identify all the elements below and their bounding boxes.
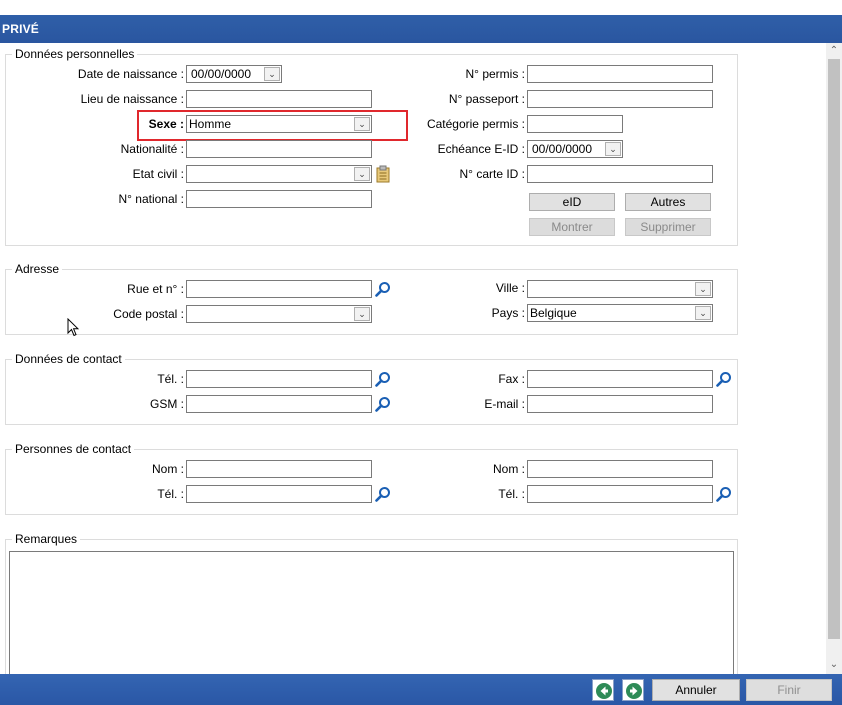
group-address: Adresse — [5, 263, 738, 335]
id-card-label: N° carte ID : — [459, 167, 525, 181]
next-button[interactable] — [622, 679, 644, 701]
eid-button[interactable]: eID — [529, 193, 615, 211]
group-contact-data: Données de contact — [5, 353, 738, 425]
clipboard-icon[interactable] — [376, 165, 390, 183]
eid-expiry-label: Echéance E-ID : — [437, 142, 525, 156]
footer-bar: Annuler Finir — [0, 674, 842, 705]
fax-input[interactable] — [527, 370, 713, 388]
contact2-name-label: Nom : — [492, 462, 525, 476]
show-button[interactable]: Montrer — [529, 218, 615, 236]
chevron-down-icon[interactable]: ⌄ — [264, 67, 280, 81]
nationality-input[interactable] — [186, 140, 372, 158]
previous-button[interactable] — [592, 679, 614, 701]
magnifier-icon[interactable] — [375, 396, 391, 412]
birthdate-value: 00/00/0000 — [190, 67, 252, 81]
contact1-tel-label: Tél. : — [157, 487, 184, 501]
section-title-bar: PRIVÉ — [0, 15, 842, 43]
others-button[interactable]: Autres — [625, 193, 711, 211]
country-select[interactable]: Belgique ⌄ — [527, 304, 713, 322]
tel-input[interactable] — [186, 370, 372, 388]
magnifier-icon[interactable] — [375, 281, 391, 297]
magnifier-icon[interactable] — [375, 371, 391, 387]
magnifier-icon[interactable] — [716, 486, 732, 502]
group-title-contact: Données de contact — [12, 353, 125, 366]
window-top-strip — [0, 0, 842, 15]
cancel-button[interactable]: Annuler — [652, 679, 740, 701]
mouse-cursor-icon — [67, 318, 79, 337]
country-value: Belgique — [530, 306, 577, 320]
contact2-tel-label: Tél. : — [498, 487, 525, 501]
passport-label: N° passeport : — [448, 92, 525, 106]
national-no-input[interactable] — [186, 190, 372, 208]
group-title-remarks: Remarques — [12, 533, 81, 546]
postal-label: Code postal : — [113, 307, 184, 321]
group-contact-persons: Personnes de contact — [5, 443, 738, 515]
group-title-address: Adresse — [12, 263, 63, 276]
sex-value: Homme — [189, 117, 232, 131]
chevron-down-icon[interactable]: ⌄ — [695, 306, 711, 320]
contact2-name-input[interactable] — [527, 460, 713, 478]
arrow-right-icon — [626, 683, 642, 699]
delete-button[interactable]: Supprimer — [625, 218, 711, 236]
eid-expiry-value: 00/00/0000 — [531, 142, 593, 156]
eid-expiry-picker[interactable]: 00/00/0000 ⌄ — [527, 140, 623, 158]
contact1-name-label: Nom : — [151, 462, 184, 476]
city-label: Ville : — [495, 281, 525, 295]
page-title: PRIVÉ — [2, 22, 40, 36]
scroll-down-icon[interactable]: ⌄ — [826, 658, 842, 672]
sex-select[interactable]: Homme ⌄ — [186, 115, 372, 133]
permit-input[interactable] — [527, 65, 713, 83]
civil-state-select[interactable]: ⌄ — [186, 165, 372, 183]
gsm-input[interactable] — [186, 395, 372, 413]
chevron-down-icon[interactable]: ⌄ — [695, 282, 711, 296]
contact2-tel-input[interactable] — [527, 485, 713, 503]
national-no-label: N° national : — [118, 192, 184, 206]
scrollbar-thumb[interactable] — [828, 59, 840, 639]
sex-label: Sexe : — [148, 117, 184, 131]
birthdate-label: Date de naissance : — [77, 67, 184, 81]
country-label: Pays : — [491, 306, 525, 320]
permit-label: N° permis : — [465, 67, 525, 81]
tel-label: Tél. : — [157, 372, 184, 386]
remarks-textarea[interactable] — [9, 551, 734, 674]
birthdate-picker[interactable]: 00/00/0000 ⌄ — [186, 65, 282, 83]
permit-category-label: Catégorie permis : — [426, 117, 525, 131]
postal-select[interactable]: ⌄ — [186, 305, 372, 323]
chevron-down-icon[interactable]: ⌄ — [354, 307, 370, 321]
contact1-name-input[interactable] — [186, 460, 372, 478]
fax-label: Fax : — [498, 372, 525, 386]
magnifier-icon[interactable] — [375, 486, 391, 502]
scroll-up-icon[interactable]: ⌃ — [826, 44, 842, 58]
chevron-down-icon[interactable]: ⌄ — [354, 117, 370, 131]
chevron-down-icon[interactable]: ⌄ — [605, 142, 621, 156]
chevron-down-icon[interactable]: ⌄ — [354, 167, 370, 181]
civil-state-label: Etat civil : — [132, 167, 184, 181]
magnifier-icon[interactable] — [716, 371, 732, 387]
arrow-left-icon — [596, 683, 612, 699]
birthplace-label: Lieu de naissance : — [80, 92, 184, 106]
gsm-label: GSM : — [149, 397, 184, 411]
birthplace-input[interactable] — [186, 90, 372, 108]
contact1-tel-input[interactable] — [186, 485, 372, 503]
finish-button[interactable]: Finir — [746, 679, 832, 701]
group-title-contact-persons: Personnes de contact — [12, 443, 135, 456]
passport-input[interactable] — [527, 90, 713, 108]
street-label: Rue et n° : — [127, 282, 184, 296]
vertical-scrollbar[interactable]: ⌃ ⌄ — [826, 43, 842, 674]
email-label: E-mail : — [484, 397, 525, 411]
street-input[interactable] — [186, 280, 372, 298]
email-input[interactable] — [527, 395, 713, 413]
id-card-input[interactable] — [527, 165, 713, 183]
group-title-personal: Données personnelles — [12, 48, 138, 61]
permit-category-input[interactable] — [527, 115, 623, 133]
city-select[interactable]: ⌄ — [527, 280, 713, 298]
form-content: Données personnelles Date de naissance :… — [0, 43, 826, 674]
nationality-label: Nationalité : — [120, 142, 184, 156]
